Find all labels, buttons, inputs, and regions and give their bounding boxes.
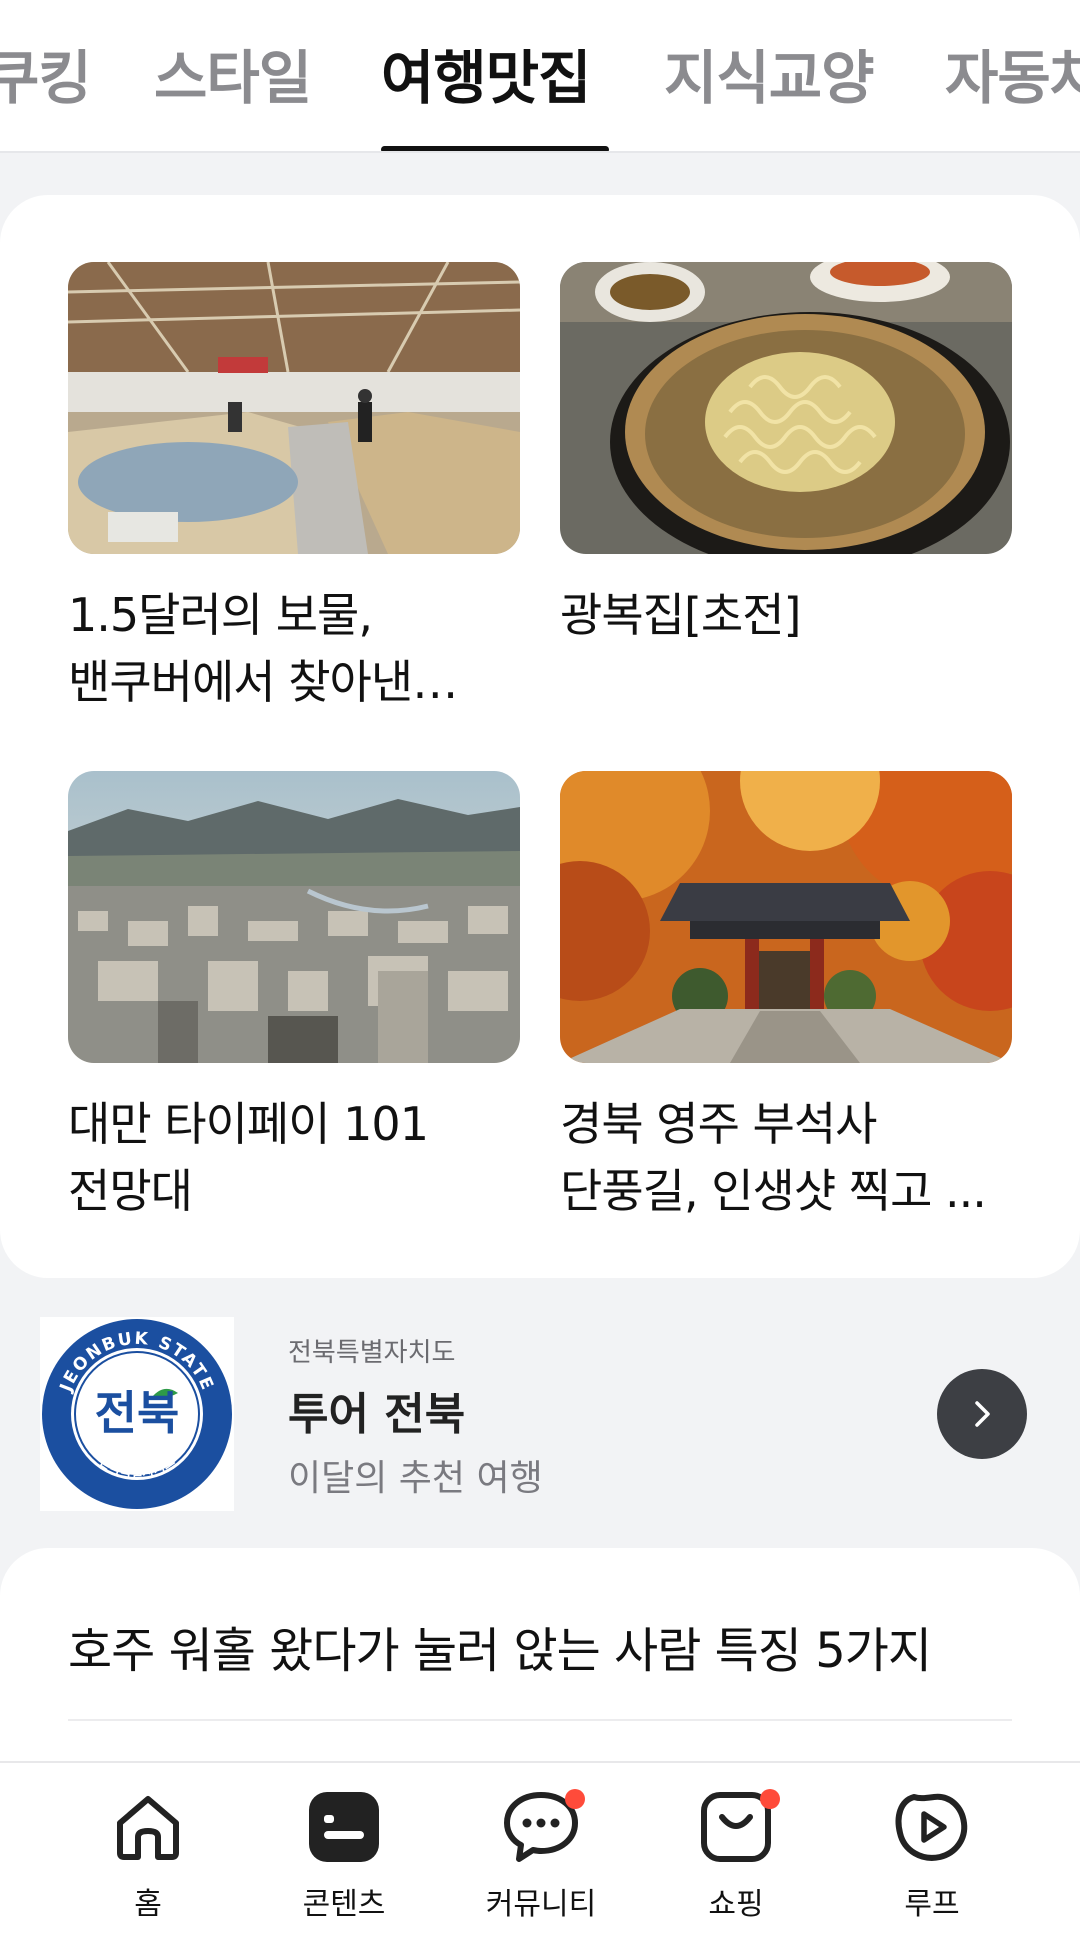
article-title: 1.5달러의 보물, 밴쿠버에서 찾아낸 한국... <box>68 588 413 709</box>
loop-play-icon <box>895 1793 968 1861</box>
bottom-navigation: 홈 콘텐츠 커뮤니티 쇼핑 루프 <box>0 1761 1080 1951</box>
notification-badge <box>565 1789 585 1809</box>
nav-label: 홈 <box>134 1887 162 1922</box>
nav-label: 콘텐츠 <box>302 1887 386 1922</box>
tab-knowledge[interactable]: 지식교양 <box>664 38 874 118</box>
nav-contents[interactable]: 콘텐츠 <box>264 1787 424 1925</box>
contents-icon <box>309 1792 379 1862</box>
nav-icon-wrap <box>696 1787 780 1867</box>
category-tab-bar: 쿠킹 스타일 여행맛집 지식교양 자동차 <box>0 0 1080 153</box>
nav-label: 커뮤니티 <box>485 1887 597 1922</box>
jeonbuk-logo: JEONBUK STATE 전북특별자치도 전북 <box>40 1317 234 1511</box>
tab-style[interactable]: 스타일 <box>154 38 312 118</box>
sponsor-name: 투어 전북 <box>288 1389 466 1440</box>
svg-text:전북: 전북 <box>95 1386 180 1440</box>
tab-travel-food[interactable]: 여행맛집 <box>381 38 591 118</box>
article-title: 경북 영주 부석사 단풍길, 인생샷 찍고 ... <box>560 1097 987 1218</box>
feature-article-title[interactable]: 호주 워홀 왔다가 눌러 앉는 사람 특징 5가지 <box>68 1618 932 1684</box>
divider <box>68 1719 1012 1721</box>
sponsor-banner[interactable]: JEONBUK STATE 전북특별자치도 전북 전북특별자치도 투어 전북 이… <box>0 1285 1080 1535</box>
article-title: 광복집[초전] <box>560 588 802 642</box>
tab-cooking[interactable]: 쿠킹 <box>0 38 92 118</box>
sponsor-organization: 전북특별자치도 <box>288 1338 456 1368</box>
autumn-temple-thumbnail <box>560 771 1012 1063</box>
nav-loop[interactable]: 루프 <box>852 1787 1012 1925</box>
noodle-bowl-thumbnail <box>560 262 1012 554</box>
nav-icon-wrap <box>501 1787 585 1867</box>
warehouse-thumbnail <box>68 262 520 554</box>
article-card[interactable]: 1.5달러의 보물, 밴쿠버에서 찾아낸 한국... <box>68 262 520 716</box>
tab-car[interactable]: 자동차 <box>945 38 1080 118</box>
article-card[interactable]: 대만 타이페이 101 전망대 <box>68 771 520 1225</box>
nav-shopping[interactable]: 쇼핑 <box>656 1787 816 1925</box>
nav-community[interactable]: 커뮤니티 <box>461 1787 621 1925</box>
active-tab-indicator <box>381 146 609 151</box>
home-icon <box>117 1796 179 1860</box>
article-grid-card: 1.5달러의 보물, 밴쿠버에서 찾아낸 한국... <box>0 195 1080 1278</box>
article-title: 대만 타이페이 101 전망대 <box>68 1097 429 1218</box>
app-screen: 쿠킹 스타일 여행맛집 지식교양 자동차 <box>0 0 1080 1951</box>
notification-badge <box>760 1789 780 1809</box>
sponsor-info: 전북특별자치도 투어 전북 이달의 추천 여행 <box>288 1335 543 1503</box>
article-card[interactable]: 경북 영주 부석사 단풍길, 인생샷 찍고 ... <box>560 771 1012 1225</box>
chevron-right-icon <box>975 1401 990 1427</box>
nav-label: 루프 <box>904 1887 960 1922</box>
nav-home[interactable]: 홈 <box>68 1787 228 1925</box>
article-card[interactable]: 광복집[초전] <box>560 262 1012 649</box>
nav-label: 쇼핑 <box>708 1887 764 1922</box>
taipei-city-thumbnail <box>68 771 520 1063</box>
sponsor-description: 이달의 추천 여행 <box>288 1458 543 1499</box>
sponsor-next-button[interactable] <box>937 1369 1027 1459</box>
